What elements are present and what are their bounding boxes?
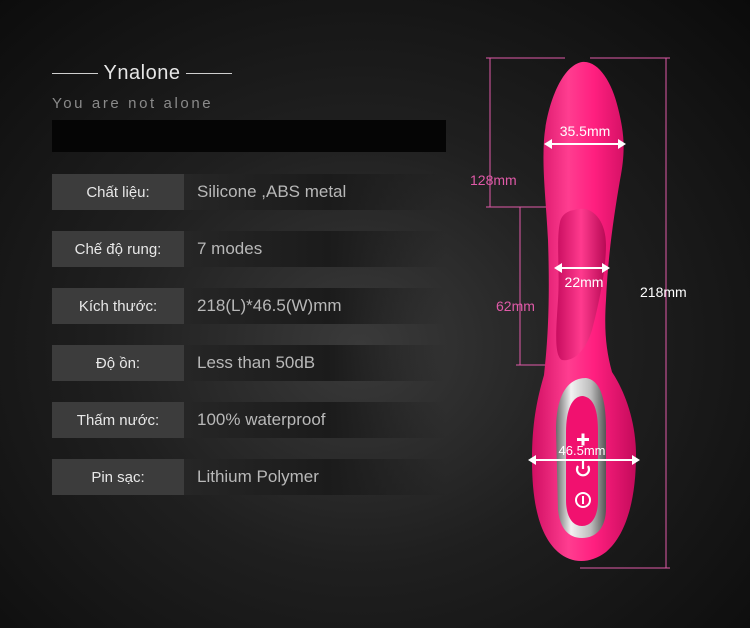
dim-label-arm-width: 22mm: [565, 274, 604, 290]
dim-label-tip-width: 35.5mm: [560, 123, 611, 139]
dim-label-total-length: 218mm: [640, 284, 687, 300]
dim-label-handle-width: 46.5mm: [559, 443, 606, 458]
dim-label-arm-length: 62mm: [496, 298, 535, 314]
dim-label-upper-length: 128mm: [470, 172, 517, 188]
product-illustration: 35.5mm 128mm 22mm 62mm 218mm 46.5mm: [470, 57, 687, 569]
